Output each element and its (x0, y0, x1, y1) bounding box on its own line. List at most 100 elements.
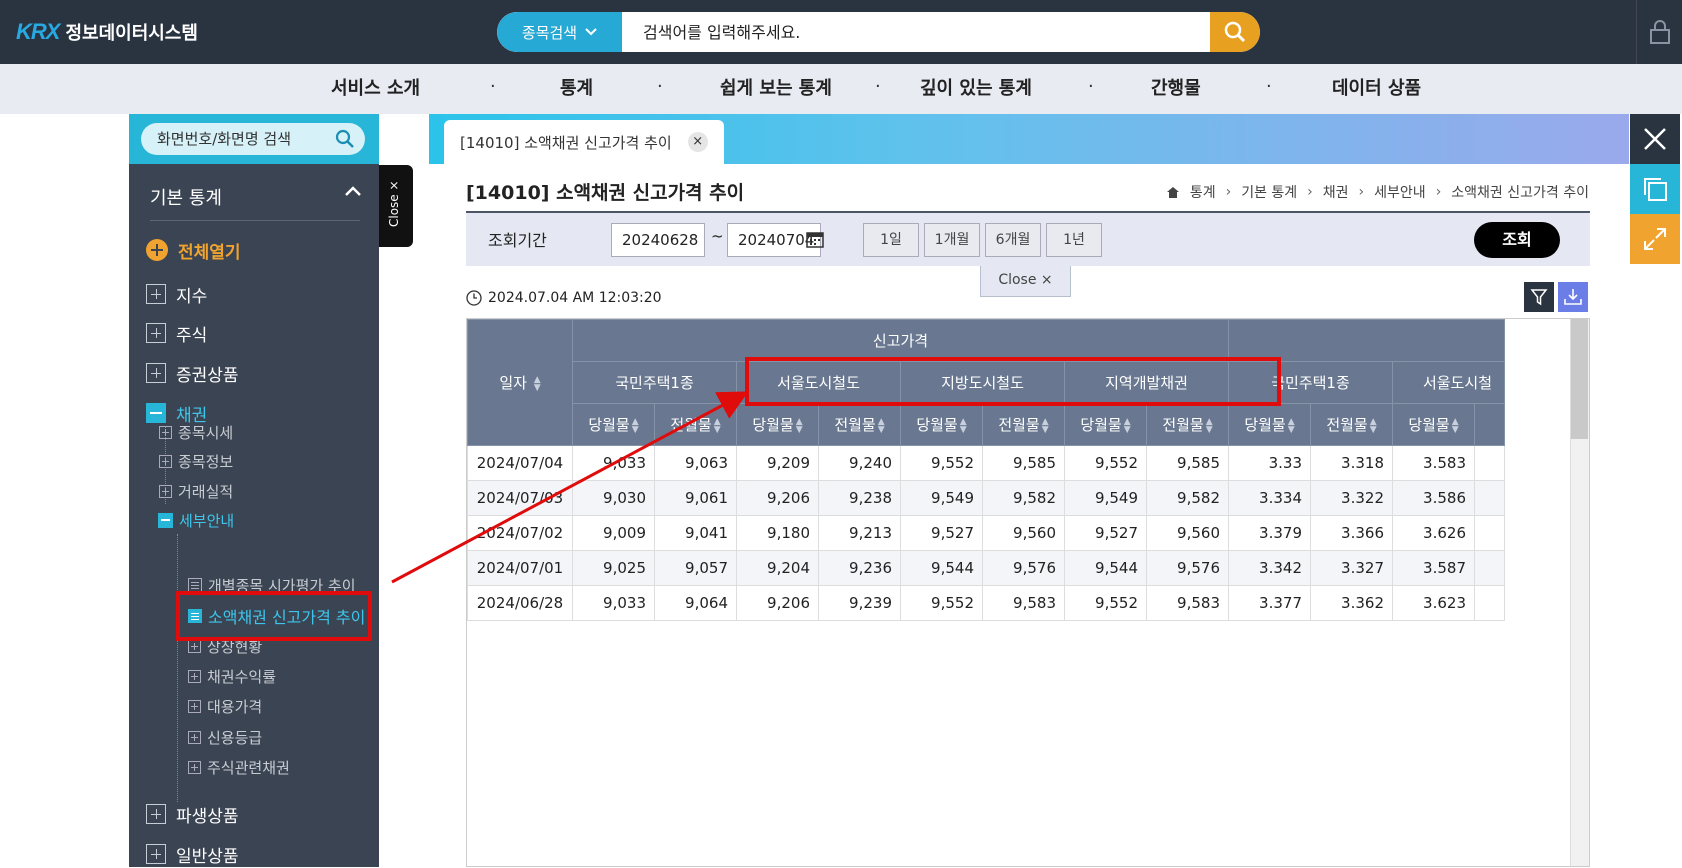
close-window-button[interactable] (1630, 114, 1680, 164)
column-header-current-month[interactable]: 당월물 ▲ ▼ (1228, 403, 1311, 446)
cell-value: 3.322 (1310, 480, 1393, 516)
expand-icon (159, 425, 172, 439)
expand-icon (188, 699, 201, 713)
sub-header-row: 당월물 ▲ ▼ 전월물 ▲ ▼ 당월물 ▲ ▼ 전월물 ▲ ▼ 당월물 ▲ ▼ 전월물 ▲ ▼ 당월물 ▲ ▼ 전월물 ▲ ▼… (468, 403, 1505, 446)
scrollbar-thumb[interactable] (1571, 319, 1588, 439)
table-row[interactable]: 2024/07/04 9,033 9,063 9,209 9,240 9,552 9,585… (467, 445, 1505, 481)
sidebar-item-label: 주식 (176, 325, 208, 346)
sidebar-section-header[interactable]: 기본 통계 (129, 164, 379, 224)
cell-value: 3.327 (1310, 550, 1393, 586)
query-period-label: 조회기간 (488, 231, 547, 250)
cell-value: 9,033 (572, 445, 655, 481)
nav-statistics[interactable]: 통계 (560, 64, 593, 114)
sidebar-sub-item-trades[interactable]: 거래실적 (159, 479, 233, 503)
table-row[interactable]: 2024/07/02 9,009 9,041 9,180 9,213 9,527 9,560… (467, 515, 1505, 551)
column-header-current-month[interactable]: 당월물 ▲ ▼ (736, 403, 819, 446)
sidebar-sub-item-info[interactable]: 종목정보 (159, 449, 233, 473)
column-header-date[interactable]: 일자 ▲ ▼ (467, 319, 573, 446)
breadcrumb-item[interactable]: 세부안내 (1374, 182, 1426, 202)
krx-logo[interactable]: KRX 정보데이터시스템 (16, 16, 198, 48)
tab-close-button[interactable]: × (687, 132, 708, 152)
search-button[interactable] (1210, 12, 1260, 52)
calendar-icon[interactable] (806, 230, 824, 248)
column-header-previous-month[interactable]: 전월물 ▲ ▼ (654, 403, 737, 446)
search-input[interactable] (625, 12, 1205, 52)
top-bar: KRX 정보데이터시스템 종목검색 (0, 0, 1682, 64)
chevron-right-icon: › (1435, 184, 1442, 200)
vertical-scrollbar[interactable] (1570, 319, 1589, 866)
column-header-previous-month[interactable]: 전월물 ▲ ▼ (1310, 403, 1393, 446)
column-header-current-month[interactable]: 당월물 ▲ ▼ (900, 403, 983, 446)
cell-value: 9,240 (818, 445, 901, 481)
cell-value: 9,583 (1146, 585, 1229, 621)
cell-value: 9,527 (1064, 515, 1147, 551)
sidebar-item-derivatives[interactable]: 파생상품 (146, 800, 239, 828)
sidebar-item-index[interactable]: 지수 (146, 280, 207, 308)
sidebar-sub-item-details[interactable]: 세부안내 (158, 508, 234, 532)
search-icon[interactable] (335, 129, 355, 149)
sidebar-close-tab[interactable]: Close × (379, 165, 413, 247)
breadcrumb-item[interactable]: 통계 (1190, 182, 1216, 202)
screen-search-input[interactable]: 화면번호/화면명 검색 (141, 123, 365, 155)
divider (150, 220, 360, 221)
column-header-label: 전월물 (1326, 416, 1368, 434)
sidebar-item-label: 증권상품 (176, 365, 239, 386)
period-1year-button[interactable]: 1년 (1046, 223, 1102, 257)
cell-value: 9,527 (900, 515, 983, 551)
sidebar-sub-label: 종목시세 (178, 423, 234, 442)
cell-value: 9,585 (1146, 445, 1229, 481)
download-button[interactable] (1558, 282, 1588, 312)
search-category-select[interactable]: 종목검색 (497, 12, 622, 52)
sidebar-detail-item-credit-rating[interactable]: 신용등급 (188, 725, 262, 749)
nav-data-products[interactable]: 데이터 상품 (1332, 64, 1421, 114)
new-window-button[interactable] (1630, 164, 1680, 214)
table-row[interactable]: 2024/07/03 9,030 9,061 9,206 9,238 9,549 9,582… (467, 480, 1505, 516)
expand-icon (146, 323, 166, 343)
sidebar-item-stock[interactable]: 주식 (146, 319, 207, 347)
nav-easy-statistics[interactable]: 쉽게 보는 통계 (720, 64, 832, 114)
column-header-current-month[interactable]: 당월물 ▲ ▼ (1064, 403, 1147, 446)
sidebar-detail-item-equity-linked-bond[interactable]: 주식관련채권 (188, 755, 290, 779)
login-button[interactable] (1636, 0, 1682, 64)
column-header-previous-month[interactable]: 전월물 ▲ ▼ (982, 403, 1065, 446)
period-6month-button[interactable]: 6개월 (985, 223, 1041, 257)
filter-button[interactable] (1524, 282, 1554, 312)
period-1month-button[interactable]: 1개월 (924, 223, 980, 257)
main-nav: 서비스 소개 · 통계 · 쉽게 보는 통계 · 깊이 있는 통계 · 간행물 … (0, 64, 1682, 114)
cell-truncated (1474, 585, 1505, 621)
cell-value: 3.626 (1392, 515, 1475, 551)
breadcrumb-item[interactable]: 소액채권 신고가격 추이 (1451, 182, 1589, 202)
cell-value: 3.318 (1310, 445, 1393, 481)
timestamp: 2024.07.04 AM 12:03:20 (466, 290, 662, 306)
sort-icon: ▲ ▼ (1287, 416, 1295, 435)
main-content: [14010] 소액채권 신고가격 추이 × [14010] 소액채권 신고가격… (429, 114, 1629, 867)
sidebar-item-securities-products[interactable]: 증권상품 (146, 359, 239, 387)
expand-window-button[interactable] (1630, 214, 1680, 264)
sidebar-detail-item-substitute-price[interactable]: 대용가격 (188, 694, 262, 718)
column-header-previous-month[interactable]: 전월물 ▲ ▼ (818, 403, 901, 446)
sidebar-item-general-products[interactable]: 일반상품 (146, 840, 239, 868)
nav-publications[interactable]: 간행물 (1151, 64, 1201, 114)
tree-line (177, 534, 178, 802)
column-header-current-month[interactable]: 당월물 ▲ ▼ (1392, 403, 1475, 446)
nav-deep-statistics[interactable]: 깊이 있는 통계 (920, 64, 1032, 114)
sidebar-detail-item-bond-yield[interactable]: 채권수익률 (188, 664, 276, 688)
open-all-button[interactable]: 전체열기 (146, 236, 241, 264)
start-date-input[interactable]: 20240628 (611, 223, 705, 257)
group-header-reported-price: 신고가격 (572, 319, 1229, 362)
home-icon[interactable] (1166, 186, 1180, 199)
column-header-current-month[interactable]: 당월물 ▲ ▼ (572, 403, 655, 446)
breadcrumb-item[interactable]: 기본 통계 (1241, 182, 1297, 202)
tab-14010[interactable]: [14010] 소액채권 신고가격 추이 × (444, 120, 724, 164)
query-close-button[interactable]: Close × (980, 266, 1071, 297)
table-row[interactable]: 2024/07/01 9,025 9,057 9,204 9,236 9,544 9,576… (467, 550, 1505, 586)
search-submit-button[interactable]: 조회 (1474, 222, 1560, 258)
nav-service-intro[interactable]: 서비스 소개 (331, 64, 420, 114)
cell-value: 9,180 (736, 515, 819, 551)
sidebar-sub-item-quotes[interactable]: 종목시세 (159, 420, 233, 444)
breadcrumb-item[interactable]: 채권 (1323, 182, 1349, 202)
column-header-previous-month[interactable]: 전월물 ▲ ▼ (1146, 403, 1229, 446)
period-1day-button[interactable]: 1일 (863, 223, 919, 257)
nav-separator: · (657, 76, 663, 97)
table-row[interactable]: 2024/06/28 9,033 9,064 9,206 9,239 9,552 9,583… (467, 585, 1505, 621)
